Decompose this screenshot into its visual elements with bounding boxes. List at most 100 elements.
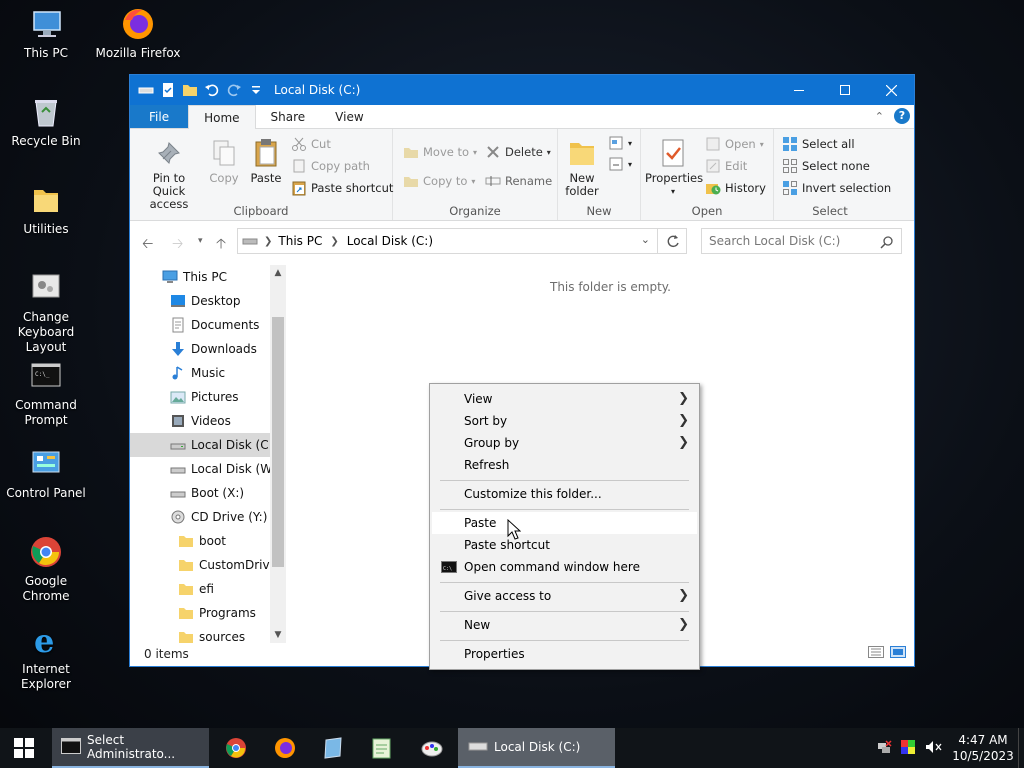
nav-item-documents[interactable]: Documents	[130, 313, 270, 337]
refresh-button[interactable]	[657, 228, 687, 254]
tab-view[interactable]: View	[320, 105, 378, 128]
breadcrumb-local-disk[interactable]: Local Disk (C:)	[347, 234, 433, 248]
easy-access-button[interactable]: ▾	[608, 154, 632, 174]
breadcrumb-this-pc[interactable]: This PC	[278, 234, 322, 248]
open-button[interactable]: Open ▾	[705, 134, 764, 154]
search-input[interactable]: Search Local Disk (C:)	[701, 228, 902, 254]
cut-button[interactable]: Cut	[291, 134, 331, 154]
menu-item-sort-by[interactable]: Sort by ❯	[432, 410, 697, 432]
menu-item-new[interactable]: New ❯	[432, 614, 697, 636]
new-folder-icon[interactable]	[182, 82, 198, 98]
menu-item-paste-shortcut[interactable]: Paste shortcut	[432, 534, 697, 556]
rename-button[interactable]: Rename	[485, 171, 552, 191]
nav-item-videos[interactable]: Videos	[130, 409, 270, 433]
invert-selection-button[interactable]: Invert selection	[782, 178, 891, 198]
pin-quick-access-button[interactable]: Pin to Quick access	[136, 137, 202, 211]
scroll-thumb[interactable]	[272, 317, 284, 567]
taskbar-pin-app[interactable]	[321, 736, 345, 760]
minimize-button[interactable]	[776, 75, 822, 105]
new-folder-button[interactable]: New folder	[560, 137, 604, 198]
nav-item-desktop[interactable]: Desktop	[130, 289, 270, 313]
nav-item-this-pc[interactable]: This PC	[130, 265, 270, 289]
desktop-icon-firefox[interactable]: Mozilla Firefox	[92, 6, 184, 61]
drive-icon[interactable]	[138, 82, 154, 98]
properties-check-icon[interactable]	[160, 82, 176, 98]
paste-shortcut-button[interactable]: Paste shortcut	[291, 178, 393, 198]
select-all-button[interactable]: Select all	[782, 134, 855, 154]
context-menu[interactable]: View ❯ Sort by ❯ Group by ❯ Refresh Customi…	[429, 383, 700, 670]
desktop-icon-command-prompt[interactable]: C:\_ Command Prompt	[0, 358, 92, 428]
large-icons-view-icon[interactable]	[890, 646, 906, 661]
move-to-button[interactable]: Move to ▾	[403, 142, 477, 162]
desktop-icon-recycle-bin[interactable]: Recycle Bin	[0, 94, 92, 149]
nav-item-boot-x[interactable]: Boot (X:)	[130, 481, 270, 505]
select-none-button[interactable]: Select none	[782, 156, 870, 176]
nav-scrollbar[interactable]: ▲ ▼	[270, 265, 286, 643]
nav-item-programs[interactable]: Programs	[130, 601, 270, 625]
menu-item-view[interactable]: View ❯	[432, 388, 697, 410]
menu-item-properties[interactable]: Properties	[432, 643, 697, 665]
copy-to-button[interactable]: Copy to ▾	[403, 171, 475, 191]
nav-item-cd-drive-y[interactable]: CD Drive (Y:) H	[130, 505, 280, 529]
tab-file[interactable]: File	[130, 105, 189, 128]
forward-arrow-icon[interactable]: 🡢	[172, 233, 183, 257]
nav-item-pictures[interactable]: Pictures	[130, 385, 270, 409]
volume-muted-icon[interactable]	[924, 739, 942, 758]
delete-button[interactable]: Delete ▾	[485, 142, 551, 162]
edit-button[interactable]: Edit	[705, 156, 747, 176]
nav-item-local-disk-c[interactable]: Local Disk (C:)	[130, 433, 277, 457]
maximize-button[interactable]	[822, 75, 868, 105]
desktop-icon-this-pc[interactable]: This PC	[0, 6, 92, 61]
taskbar-pin-paint[interactable]	[420, 736, 444, 760]
network-icon[interactable]	[876, 739, 892, 758]
address-bar[interactable]: ❯ This PC ❯ Local Disk (C:) ⌄	[237, 228, 687, 254]
display-color-icon[interactable]	[900, 739, 916, 758]
back-arrow-icon[interactable]: 🡠	[142, 233, 153, 257]
nav-item-downloads[interactable]: Downloads	[130, 337, 270, 361]
paste-button[interactable]: Paste	[246, 137, 286, 185]
nav-item-sources[interactable]: sources	[130, 625, 270, 643]
collapse-ribbon-icon[interactable]: ⌃	[875, 110, 884, 123]
history-button[interactable]: History	[705, 178, 766, 198]
taskbar-task-local-disk[interactable]: Local Disk (C:)	[458, 728, 615, 768]
help-icon[interactable]: ?	[894, 108, 910, 124]
navigation-pane[interactable]: This PC Desktop Documents Downloads Musi…	[130, 265, 286, 643]
desktop-icon-control-panel[interactable]: Control Panel	[0, 446, 92, 501]
desktop-icon-utilities[interactable]: Utilities	[0, 182, 92, 237]
nav-item-customdrive[interactable]: CustomDrive	[130, 553, 277, 577]
nav-item-efi[interactable]: efi	[130, 577, 270, 601]
menu-item-open-command-window[interactable]: C:\ Open command window here	[432, 556, 697, 578]
menu-item-give-access[interactable]: Give access to ❯	[432, 585, 697, 607]
customize-toolbar-icon[interactable]	[248, 82, 264, 98]
undo-icon[interactable]	[204, 82, 220, 98]
nav-item-local-disk-w[interactable]: Local Disk (W:)	[130, 457, 280, 481]
properties-button[interactable]: Properties ▾	[645, 137, 703, 198]
taskbar-pin-firefox[interactable]	[273, 736, 297, 760]
copy-button[interactable]: Copy	[204, 137, 244, 185]
recent-locations-icon[interactable]: ▾	[198, 236, 203, 246]
taskbar-pin-chrome[interactable]	[224, 736, 248, 760]
menu-item-paste[interactable]: Paste	[432, 512, 697, 534]
start-button[interactable]	[0, 728, 48, 768]
copy-path-button[interactable]: Copy path	[291, 156, 370, 176]
redo-icon[interactable]	[226, 82, 242, 98]
details-view-icon[interactable]	[868, 646, 884, 661]
title-bar[interactable]: Local Disk (C:)	[130, 75, 914, 105]
clock[interactable]: 4:47 AM 10/5/2023	[948, 732, 1018, 764]
taskbar-pin-notepad[interactable]	[370, 736, 394, 760]
nav-item-boot[interactable]: boot	[130, 529, 270, 553]
menu-item-refresh[interactable]: Refresh	[432, 454, 697, 476]
tab-share[interactable]: Share	[256, 105, 321, 128]
scroll-down-icon[interactable]: ▼	[270, 627, 286, 643]
desktop-icon-ie[interactable]: e Internet Explorer	[0, 622, 92, 692]
show-desktop-button[interactable]	[1018, 728, 1024, 768]
taskbar-task-command-prompt[interactable]: Select Administrato...	[52, 728, 209, 768]
up-arrow-icon[interactable]: 🡡	[216, 233, 226, 257]
desktop-icon-change-keyboard[interactable]: Change Keyboard Layout	[0, 270, 92, 355]
desktop-icon-chrome[interactable]: Google Chrome	[0, 534, 92, 604]
close-button[interactable]	[868, 75, 914, 105]
nav-item-music[interactable]: Music	[130, 361, 270, 385]
tab-home[interactable]: Home	[188, 105, 256, 129]
new-item-button[interactable]: ▾	[608, 133, 632, 153]
menu-item-group-by[interactable]: Group by ❯	[432, 432, 697, 454]
